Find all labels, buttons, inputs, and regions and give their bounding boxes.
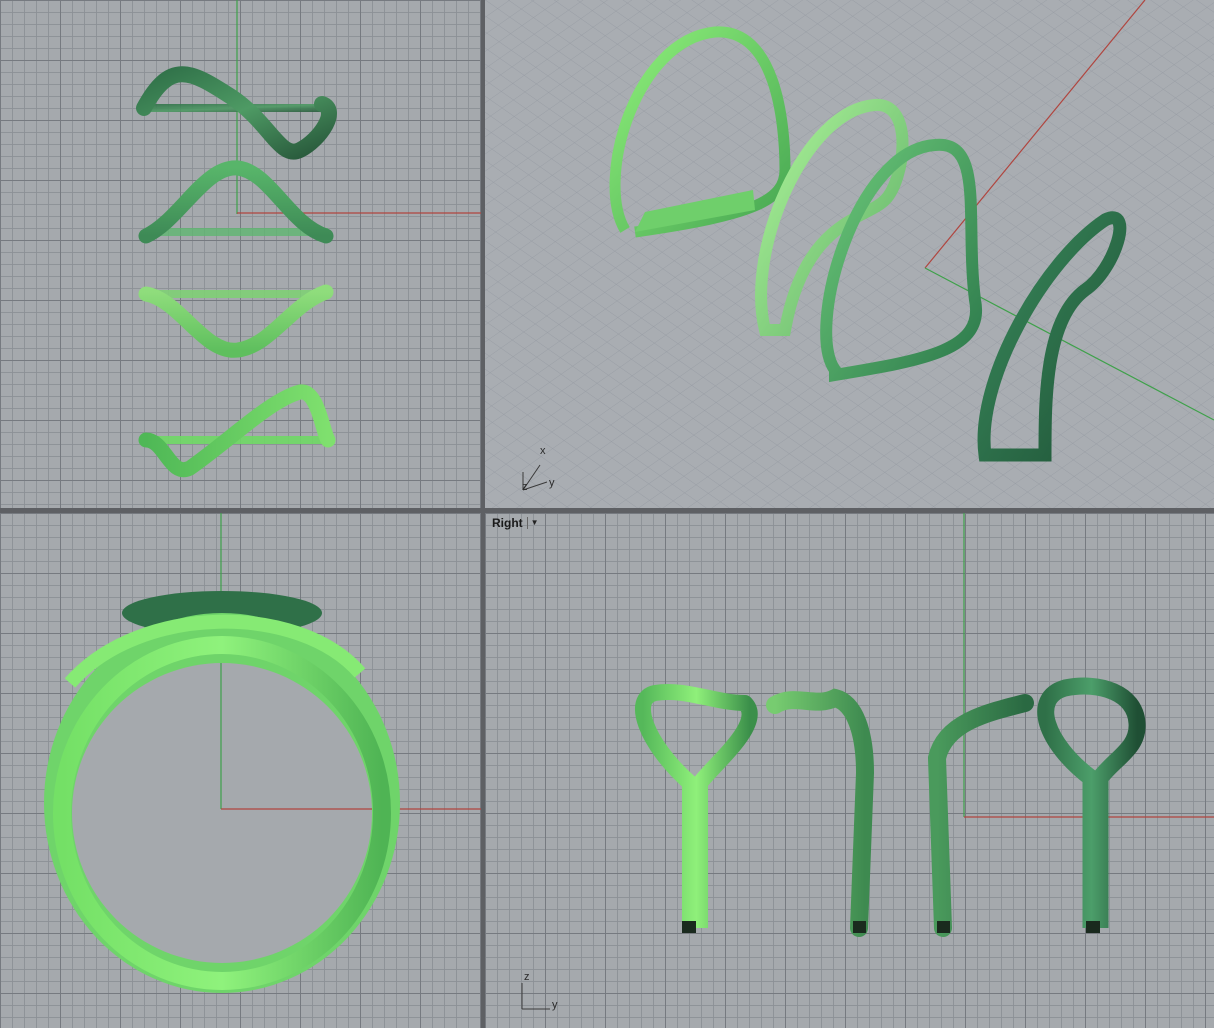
chevron-down-icon[interactable]: ▼ bbox=[526, 517, 539, 529]
ring-hole bbox=[72, 663, 372, 963]
right-viewport[interactable]: z y Right ▼ bbox=[485, 513, 1214, 1028]
axis-label-z: z bbox=[522, 481, 528, 493]
ring-profile-2[interactable] bbox=[766, 688, 875, 937]
ring-segment-4[interactable] bbox=[138, 384, 336, 477]
viewport-title: Right bbox=[492, 516, 523, 530]
axis-label-y: y bbox=[549, 477, 555, 489]
viewport-title-menu[interactable]: Right ▼ bbox=[491, 515, 541, 531]
perspective-scene: x y z bbox=[485, 0, 1214, 508]
ring-profile-4[interactable] bbox=[1037, 677, 1146, 933]
top-viewport[interactable] bbox=[0, 0, 481, 508]
front-view-scene bbox=[44, 513, 481, 993]
right-view-scene: z y bbox=[521, 513, 1214, 1011]
viewport-layout: x y z z y Right ▼ bbox=[0, 0, 1214, 1028]
perspective-viewport[interactable]: x y z bbox=[485, 0, 1214, 508]
axis-label-x: x bbox=[540, 445, 546, 457]
axis-label-z: z bbox=[524, 971, 530, 983]
ring-profile-3[interactable] bbox=[927, 694, 1034, 937]
top-view-scene bbox=[136, 0, 481, 477]
ring-segment-3[interactable] bbox=[138, 284, 334, 358]
axis-triad-icon: z y bbox=[521, 971, 558, 1011]
axis-label-y: y bbox=[552, 999, 558, 1011]
ring-profile-1[interactable] bbox=[635, 684, 758, 933]
front-viewport[interactable] bbox=[0, 513, 481, 1028]
